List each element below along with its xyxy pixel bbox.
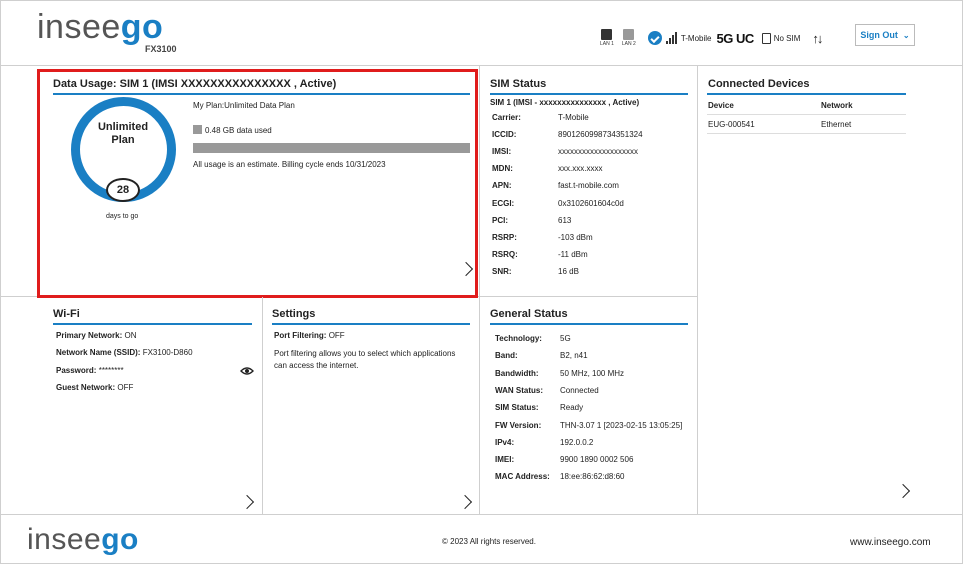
settings-underline bbox=[272, 323, 470, 325]
port-filtering-row: Port Filtering: OFF bbox=[274, 331, 345, 340]
sim-field-label: SNR: bbox=[492, 266, 512, 276]
password-row: Password: ******** bbox=[56, 366, 124, 375]
model-label: FX3100 bbox=[145, 44, 177, 54]
general-field-value: 18:ee:86:62:d8:60 bbox=[560, 472, 625, 482]
general-field-value: Ready bbox=[560, 403, 584, 413]
settings-panel bbox=[263, 297, 480, 515]
sim-field-value: 16 dB bbox=[558, 266, 579, 276]
inseego-logo[interactable]: inseego bbox=[37, 10, 163, 44]
ssid-row: Network Name (SSID): FX3100-D860 bbox=[56, 348, 193, 357]
sim-status-label: No SIM bbox=[773, 33, 801, 43]
general-field-label: SIM Status: bbox=[495, 403, 539, 413]
chevron-down-icon: ⌄ bbox=[902, 30, 910, 40]
wifi-title: Wi-Fi bbox=[53, 308, 80, 320]
sim-field-label: IMSI: bbox=[492, 147, 512, 157]
general-field-label: Bandwidth: bbox=[495, 368, 539, 378]
general-field-label: IPv4: bbox=[495, 437, 515, 447]
general-field-label: Technology: bbox=[495, 334, 542, 343]
wifi-underline bbox=[53, 323, 252, 325]
general-field-value: Connected bbox=[560, 385, 599, 395]
device-column-header: Device bbox=[708, 101, 734, 110]
general-field-value: B2, n41 bbox=[560, 351, 588, 361]
sim-field-label: MDN: bbox=[492, 164, 513, 174]
general-field-value: 50 MHz, 100 MHz bbox=[560, 368, 625, 378]
device-network-cell: Ethernet bbox=[821, 120, 852, 129]
sim-field-value: xxxxxxxxxxxxxxxxxxxx bbox=[558, 147, 638, 157]
general-field-label: Band: bbox=[495, 351, 518, 361]
sim-status-underline bbox=[490, 93, 688, 95]
connected-devices-title: Connected Devices bbox=[708, 78, 810, 90]
lan1-indicator: LAN 1 bbox=[600, 29, 614, 47]
general-field-value: 5G bbox=[560, 334, 571, 343]
footer-inseego-logo[interactable]: inseego bbox=[27, 525, 139, 555]
sim-status-title: SIM Status bbox=[490, 78, 547, 90]
settings-desc-line1: Port filtering allows you to select whic… bbox=[274, 349, 456, 358]
sign-out-button[interactable]: Sign Out ⌄ bbox=[855, 24, 915, 46]
general-field-label: MAC Address: bbox=[495, 472, 550, 482]
sim-field-value: -11 dBm bbox=[558, 249, 588, 259]
general-field-label: IMEI: bbox=[495, 455, 515, 465]
general-status-underline bbox=[490, 323, 688, 325]
signal-bars-icon bbox=[665, 32, 678, 44]
sim-field-label: ECGI: bbox=[492, 198, 515, 208]
general-field-value: 192.0.0.2 bbox=[560, 437, 594, 447]
network-type-label: 5G UC bbox=[716, 30, 755, 46]
header: inseego FX3100 LAN 1 LAN 2 T-Mobile 5G U… bbox=[0, 0, 963, 66]
general-field-label: WAN Status: bbox=[495, 385, 543, 395]
lan1-icon bbox=[601, 29, 613, 40]
table-row-divider bbox=[707, 133, 906, 134]
sim-field-label: APN: bbox=[492, 181, 512, 191]
sim-field-label: RSRQ: bbox=[492, 249, 518, 259]
sim-card-icon bbox=[761, 32, 771, 44]
lan2-indicator: LAN 2 bbox=[622, 29, 636, 47]
data-transfer-icon: ↑↓ bbox=[812, 30, 823, 46]
device-name-cell: EUG-000541 bbox=[708, 120, 755, 129]
settings-desc-line2: can access the internet. bbox=[274, 361, 359, 370]
wifi-panel bbox=[0, 297, 263, 515]
website-link[interactable]: www.inseego.com bbox=[850, 537, 931, 548]
connected-devices-underline bbox=[707, 93, 906, 95]
sim-field-value: 0x3102601604c0d bbox=[558, 198, 624, 208]
sim-field-value: fast.t-mobile.com bbox=[558, 181, 619, 191]
sim-field-value: xxx.xxx.xxxx bbox=[558, 164, 603, 174]
sim-field-label: ICCID: bbox=[492, 130, 517, 140]
carrier-label: T-Mobile bbox=[680, 33, 712, 43]
sim-field-value: 613 bbox=[558, 215, 572, 225]
eye-icon[interactable] bbox=[240, 366, 254, 376]
sim-field-label: Carrier: bbox=[492, 113, 521, 122]
network-column-header: Network bbox=[821, 101, 853, 110]
general-status-title: General Status bbox=[490, 308, 568, 320]
general-field-value: THN-3.07 1 [2023-02-15 13:05:25] bbox=[560, 420, 683, 430]
lan2-icon bbox=[623, 29, 635, 40]
copyright-text: © 2023 All rights reserved. bbox=[442, 537, 536, 546]
status-bar: LAN 1 LAN 2 T-Mobile 5G UC No SIM ↑↓ bbox=[600, 26, 823, 50]
table-header-divider bbox=[707, 114, 906, 115]
sim-field-value: 8901260998734351324 bbox=[558, 130, 643, 140]
primary-network-row: Primary Network: ON bbox=[56, 331, 137, 340]
sim-field-label: RSRP: bbox=[492, 232, 517, 242]
settings-title: Settings bbox=[272, 308, 316, 320]
general-field-value: 9900 1890 0002 506 bbox=[560, 455, 634, 465]
guest-network-row: Guest Network: OFF bbox=[56, 383, 134, 392]
sim-status-subtitle: SIM 1 (IMSI - xxxxxxxxxxxxxxx , Active) bbox=[490, 98, 640, 107]
highlight-box bbox=[37, 69, 478, 298]
sim-field-value: -103 dBm bbox=[558, 232, 593, 242]
sim-field-value: T-Mobile bbox=[558, 113, 589, 122]
sim-field-label: PCI: bbox=[492, 215, 508, 225]
general-field-label: FW Version: bbox=[495, 420, 542, 430]
connection-check-icon bbox=[647, 31, 662, 45]
